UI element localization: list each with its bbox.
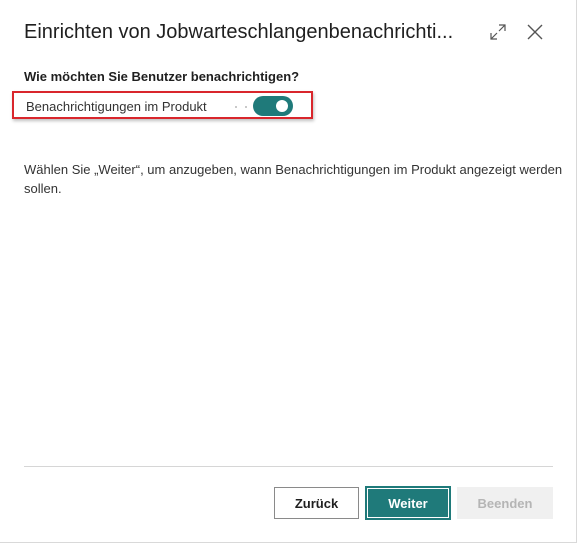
close-x-icon (527, 24, 543, 40)
back-button[interactable]: Zurück (274, 487, 359, 519)
next-button[interactable]: Weiter (366, 487, 450, 519)
in-product-notifications-field: Benachrichtigungen im Produkt (12, 91, 313, 119)
close-icon[interactable] (521, 18, 549, 46)
in-product-notifications-toggle[interactable] (253, 96, 293, 116)
instruction-text: Wählen Sie „Weiter“, um anzugeben, wann … (24, 162, 563, 196)
expand-icon[interactable] (484, 18, 512, 46)
setup-dialog: Einrichten von Jobwarteschlangenbenachri… (0, 0, 577, 543)
finish-button: Beenden (457, 487, 553, 519)
field-label: Benachrichtigungen im Produkt (26, 99, 207, 114)
dialog-title: Einrichten von Jobwarteschlangenbenachri… (24, 21, 454, 43)
footer-divider (24, 466, 553, 467)
field-dots (235, 106, 247, 108)
section-question: Wie möchten Sie Benutzer benachrichtigen… (24, 69, 300, 84)
toggle-knob (276, 100, 288, 112)
expand-diagonal-icon (490, 24, 506, 40)
